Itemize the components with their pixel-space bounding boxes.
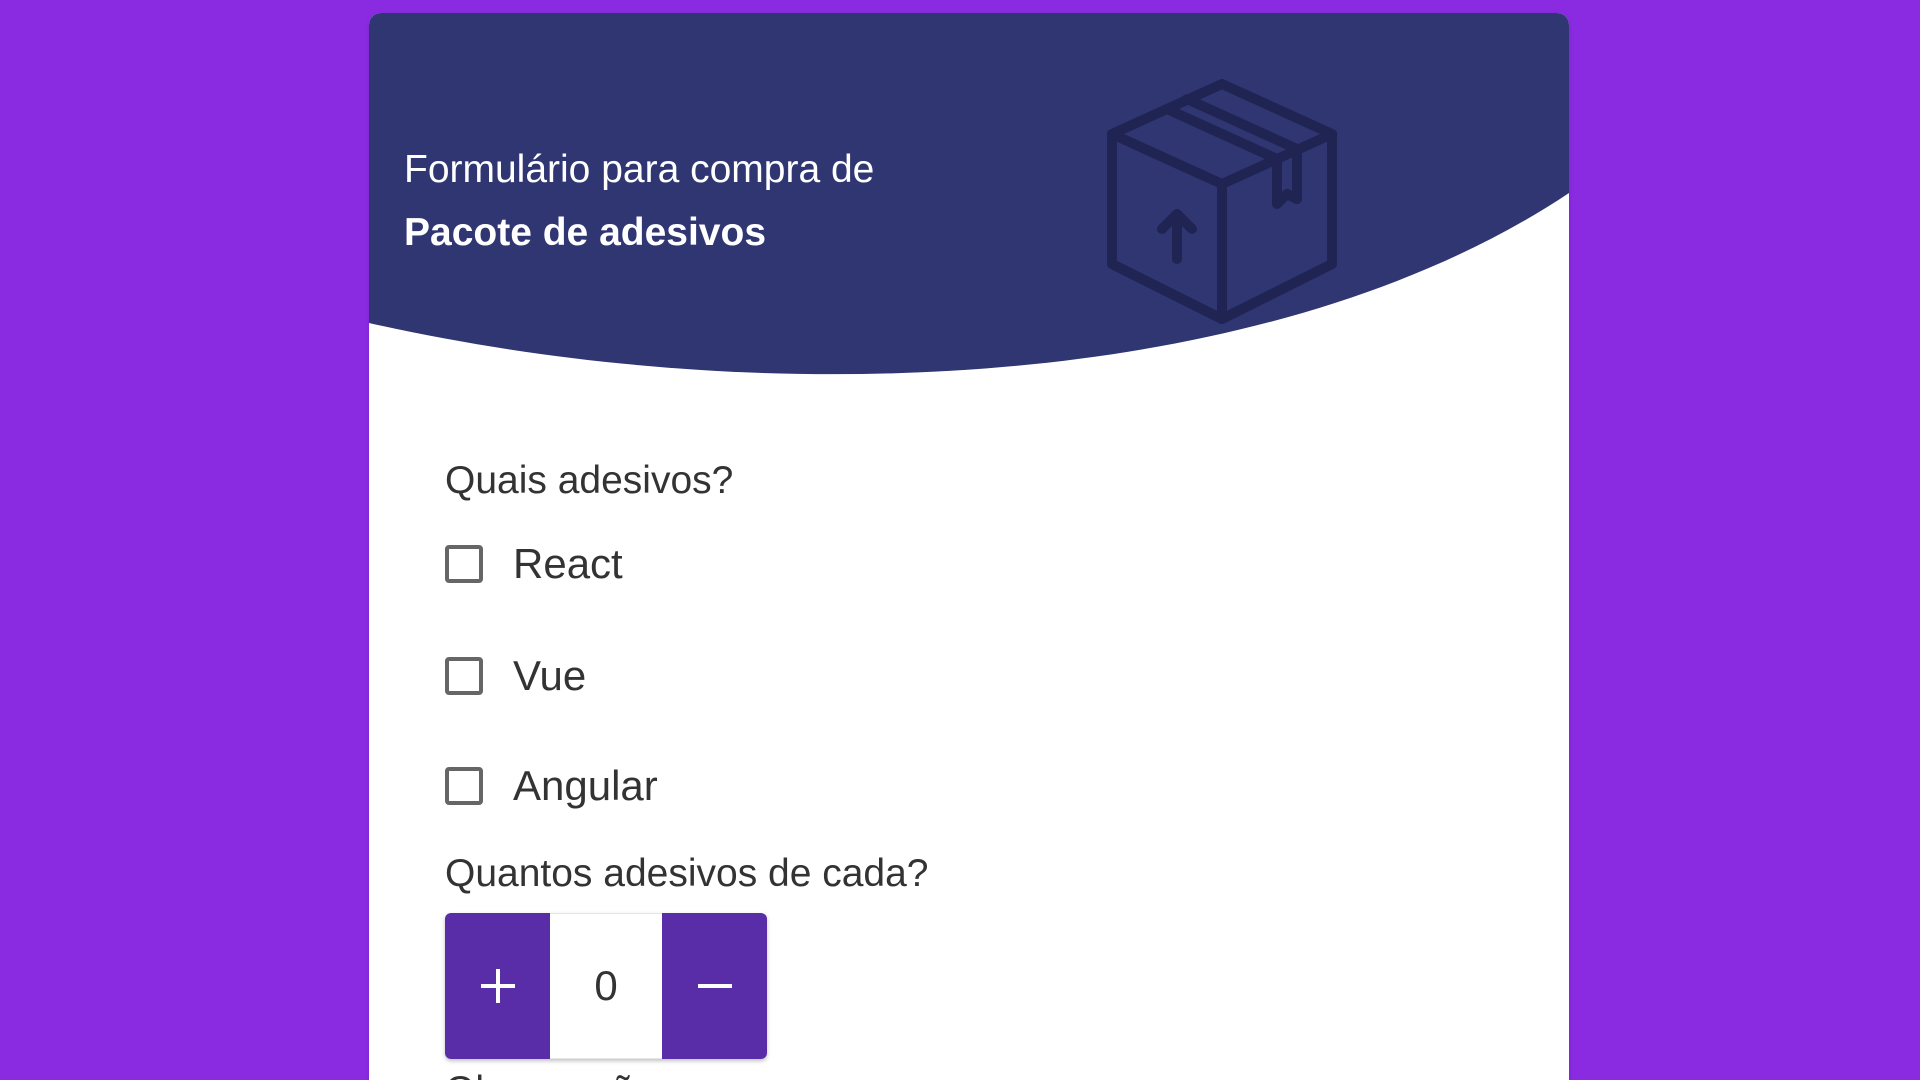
question-quantity: Quantos adesivos de cada? [445, 852, 929, 895]
option-react[interactable]: React [445, 536, 623, 592]
quantity-stepper: 0 [445, 913, 767, 1059]
vue-checkbox[interactable] [445, 657, 483, 695]
header-title: Formulário para compra de Pacote de ades… [404, 138, 874, 264]
react-checkbox[interactable] [445, 545, 483, 583]
option-vue[interactable]: Vue [445, 648, 586, 704]
option-vue-label: Vue [513, 652, 587, 699]
decrement-button[interactable] [662, 913, 767, 1059]
minus-icon [697, 984, 732, 988]
purchase-form-card: Formulário para compra de Pacote de ades… [369, 13, 1569, 1080]
page: Formulário para compra de Pacote de ades… [0, 0, 1920, 1080]
header-title-line2: Pacote de adesivos [404, 211, 767, 254]
quantity-value[interactable]: 0 [550, 913, 662, 1059]
question-which-stickers: Quais adesivos? [445, 459, 734, 502]
plus-icon [480, 969, 515, 1003]
option-angular[interactable]: Angular [445, 758, 658, 814]
angular-checkbox[interactable] [445, 767, 483, 805]
question-notes: Observações [445, 1068, 675, 1080]
increment-button[interactable] [445, 913, 550, 1059]
option-angular-label: Angular [513, 762, 658, 809]
option-react-label: React [513, 540, 623, 587]
header-title-line1: Formulário para compra de [404, 148, 875, 191]
package-box-icon [1107, 79, 1337, 324]
